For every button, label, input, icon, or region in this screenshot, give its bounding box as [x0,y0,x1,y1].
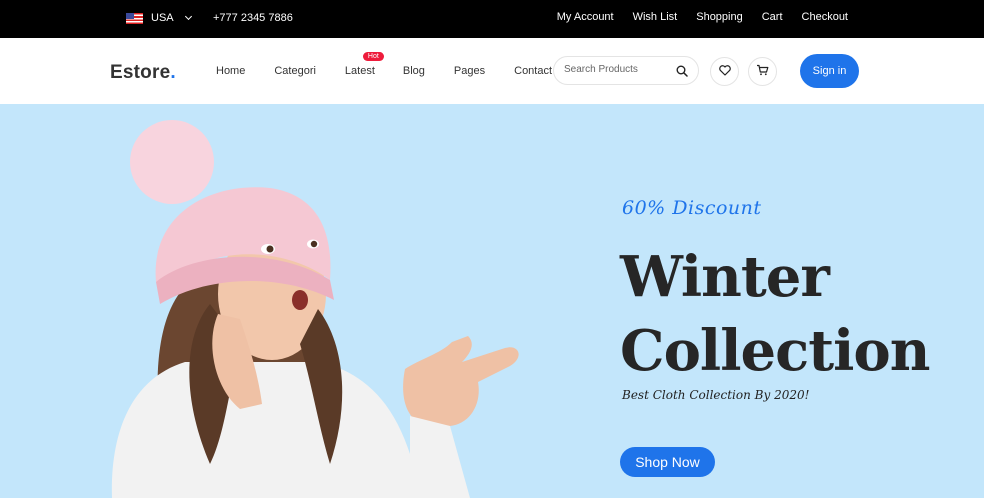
top-links: My Account Wish List Shopping Cart Check… [557,11,848,23]
nav-pages[interactable]: Pages [454,65,485,77]
nav-latest[interactable]: Latest Hot [344,52,384,77]
heart-icon [718,63,731,81]
main-nav: Home Categori Latest Hot Blog Pages Cont… [216,52,552,77]
nav-latest-label: Latest [344,65,375,77]
nav-blog[interactable]: Blog [403,65,425,77]
phone-number: +777 2345 7886 [213,12,293,24]
hero-title-line2: Collection [620,318,930,384]
us-flag-icon [126,12,143,24]
logo-dot: . [170,62,176,83]
cart-link[interactable]: Cart [762,11,783,23]
search-box [553,56,699,85]
shopping-link[interactable]: Shopping [696,11,743,23]
wishlist-button[interactable] [710,57,739,86]
nav-categori[interactable]: Categori [274,65,316,77]
hero-title-line1: Winter [620,244,830,310]
search-input[interactable] [564,64,674,75]
search-icon[interactable] [676,64,688,82]
my-account-link[interactable]: My Account [557,11,614,23]
country-selector[interactable]: USA [126,12,192,24]
main-header: Estore. Home Categori Latest Hot Blog Pa… [0,38,984,104]
nav-home[interactable]: Home [216,65,245,77]
logo-text: Estore [110,62,171,83]
chevron-down-icon [184,12,192,21]
top-bar: USA +777 2345 7886 My Account Wish List … [0,0,984,38]
hot-badge: Hot [362,52,384,61]
discount-label: 60% Discount [622,197,762,219]
hero-subtitle: Best Cloth Collection By 2020! [622,388,810,402]
logo[interactable]: Estore. [110,62,176,84]
cart-icon [756,63,769,81]
checkout-link[interactable]: Checkout [802,11,848,23]
hero-banner: 60% Discount Winter Collection Best Clot… [0,104,984,498]
hero-model-image [111,120,519,498]
country-label: USA [151,12,174,24]
hero-title: Winter Collection [620,240,930,388]
wish-list-link[interactable]: Wish List [633,11,678,23]
cart-button[interactable] [748,57,777,86]
shop-now-button[interactable]: Shop Now [620,447,715,477]
sign-in-button[interactable]: Sign in [800,54,859,88]
nav-contact[interactable]: Contact [514,65,552,77]
